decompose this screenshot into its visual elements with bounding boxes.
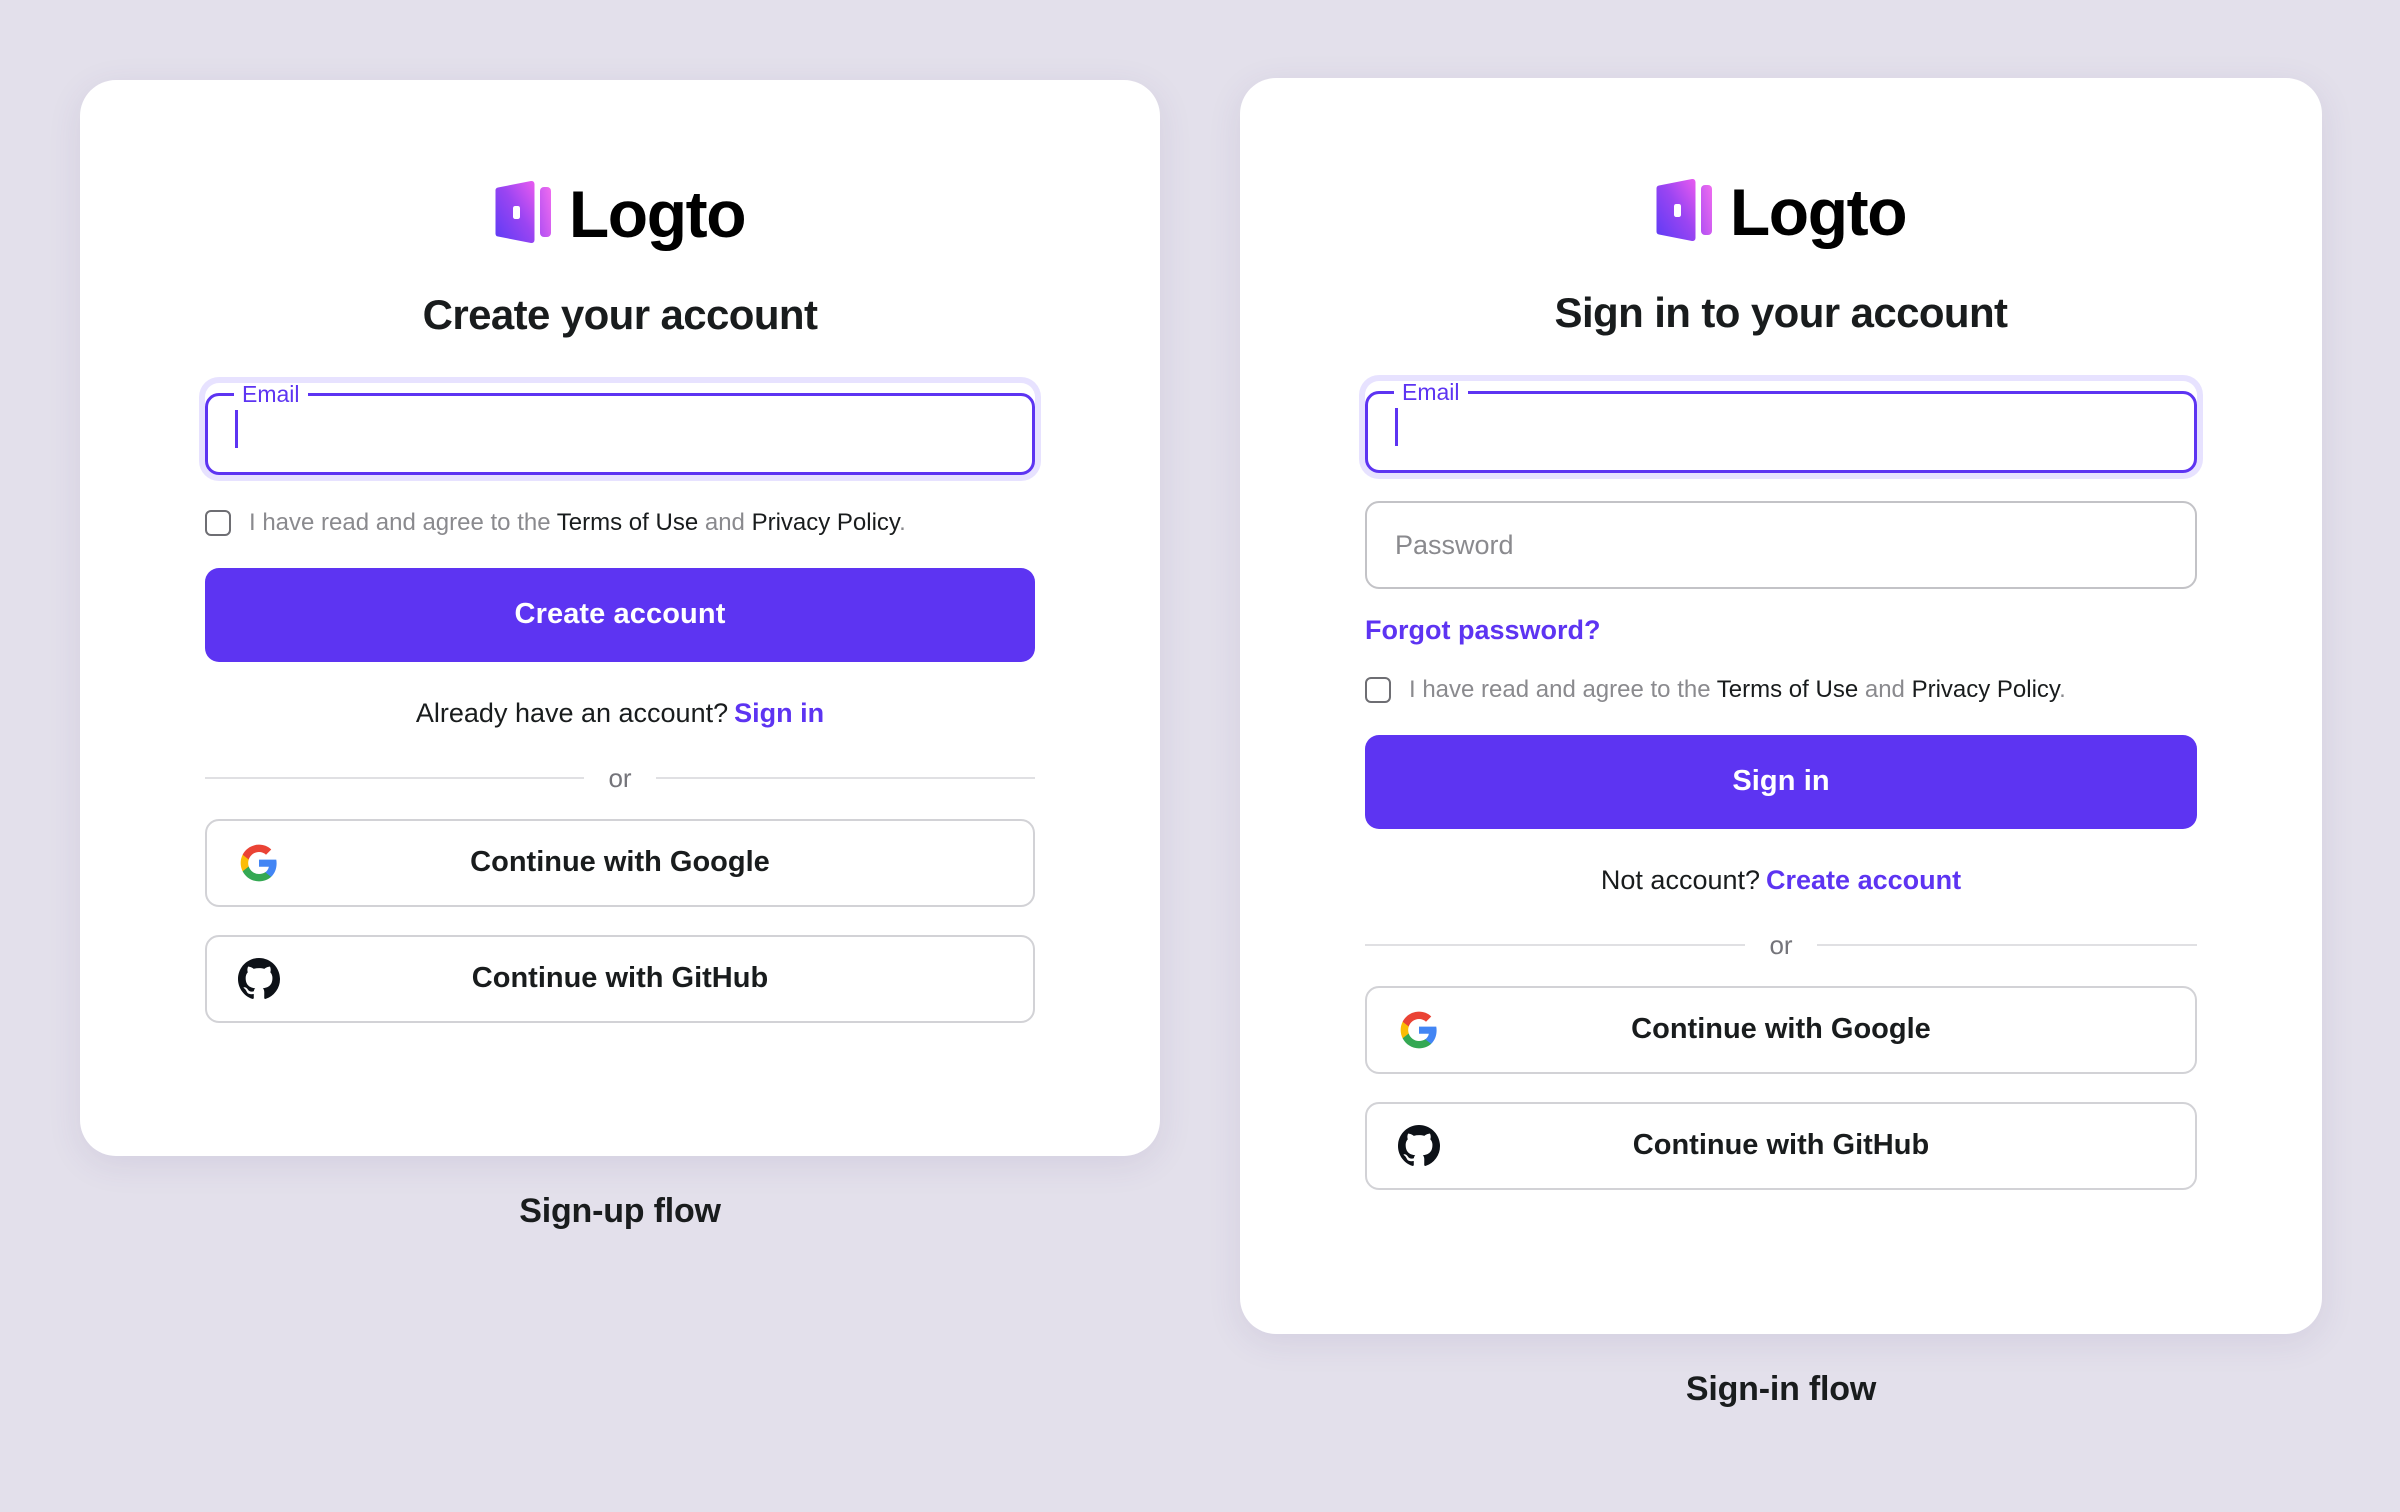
github-button-label: Continue with GitHub <box>471 962 769 995</box>
brand-logo: Logto <box>1365 175 2197 249</box>
google-button-label: Continue with Google <box>1631 1013 1931 1046</box>
divider-rule-left <box>1365 943 1746 946</box>
privacy-policy-link[interactable]: Privacy Policy <box>752 509 900 536</box>
signin-continue-with-google-button[interactable]: Continue with Google <box>1365 985 2197 1074</box>
sign-in-link[interactable]: Sign in <box>734 698 824 728</box>
signup-switch-line: Already have an account? Sign in <box>205 698 1035 729</box>
signin-switch-line: Not account? Create account <box>1365 865 2197 896</box>
logto-door-icon <box>495 179 553 250</box>
terms-suffix: . <box>899 509 906 536</box>
signin-password-field[interactable] <box>1365 501 2197 589</box>
divider-rule-right <box>1816 943 2197 946</box>
signin-continue-with-github-button[interactable]: Continue with GitHub <box>1365 1101 2197 1190</box>
signup-terms-row: I have read and agree to the Terms of Us… <box>205 509 1035 538</box>
google-button-label: Continue with Google <box>470 846 770 879</box>
signup-terms-checkbox[interactable] <box>205 510 231 537</box>
brand-name: Logto <box>568 177 747 251</box>
signup-card-content: Logto Create your account Email I have r… <box>205 177 1035 1023</box>
terms-prefix: I have read and agree to the <box>249 509 557 536</box>
terms-and: and <box>698 509 752 536</box>
brand-logo: Logto <box>205 177 1035 251</box>
logto-door-icon <box>1656 177 1714 248</box>
signin-heading: Sign in to your account <box>1554 289 2008 336</box>
signin-email-field[interactable]: Email <box>1365 381 2197 473</box>
sign-in-button[interactable]: Sign in <box>1365 734 2197 829</box>
signin-terms-checkbox[interactable] <box>1365 677 1391 704</box>
terms-and: and <box>1858 676 1912 703</box>
signin-email-input[interactable] <box>1365 381 2197 473</box>
divider-label: or <box>608 762 632 793</box>
signup-continue-with-google-button[interactable]: Continue with Google <box>205 818 1035 907</box>
signin-password-input[interactable] <box>1365 501 2197 589</box>
divider-rule-right <box>655 776 1035 779</box>
terms-of-use-link[interactable]: Terms of Use <box>1717 676 1858 703</box>
terms-prefix: I have read and agree to the <box>1409 676 1717 703</box>
privacy-policy-link[interactable]: Privacy Policy <box>1912 676 2060 703</box>
signin-divider: or <box>1365 932 2197 958</box>
github-icon <box>1397 1124 1441 1168</box>
signup-email-input[interactable] <box>205 383 1035 475</box>
signup-divider: or <box>205 765 1035 791</box>
brand-name: Logto <box>1729 175 1908 249</box>
signin-flow-caption: Sign-in flow <box>1685 1370 1877 1408</box>
signup-email-field[interactable]: Email <box>205 383 1035 475</box>
forgot-password-link[interactable]: Forgot password? <box>1365 615 1601 646</box>
github-icon <box>237 957 281 1001</box>
signup-terms-text: I have read and agree to the Terms of Us… <box>249 509 906 538</box>
signup-continue-with-github-button[interactable]: Continue with GitHub <box>205 934 1035 1023</box>
signin-terms-text: I have read and agree to the Terms of Us… <box>1409 676 2066 705</box>
signin-card-content: Logto Sign in to your account Email Forg… <box>1365 175 2197 1190</box>
signup-flow-caption: Sign-up flow <box>519 1192 721 1230</box>
signin-switch-prompt: Not account? <box>1600 864 1761 895</box>
signin-card: Logto Sign in to your account Email Forg… <box>1240 78 2322 1334</box>
terms-suffix: . <box>2059 676 2066 703</box>
terms-of-use-link[interactable]: Terms of Use <box>557 509 698 536</box>
signup-card: Logto Create your account Email I have r… <box>80 80 1160 1156</box>
google-icon <box>237 841 281 885</box>
signup-switch-prompt: Already have an account? <box>415 697 729 728</box>
divider-rule-left <box>205 776 585 779</box>
create-account-button[interactable]: Create account <box>205 567 1035 662</box>
google-icon <box>1397 1008 1441 1052</box>
github-button-label: Continue with GitHub <box>1632 1129 1930 1162</box>
page-root: Logto Create your account Email I have r… <box>0 0 2400 1512</box>
signin-terms-row: I have read and agree to the Terms of Us… <box>1365 676 2197 705</box>
signup-heading: Create your account <box>422 291 818 338</box>
divider-label: or <box>1769 929 1793 960</box>
create-account-link[interactable]: Create account <box>1766 865 1961 895</box>
